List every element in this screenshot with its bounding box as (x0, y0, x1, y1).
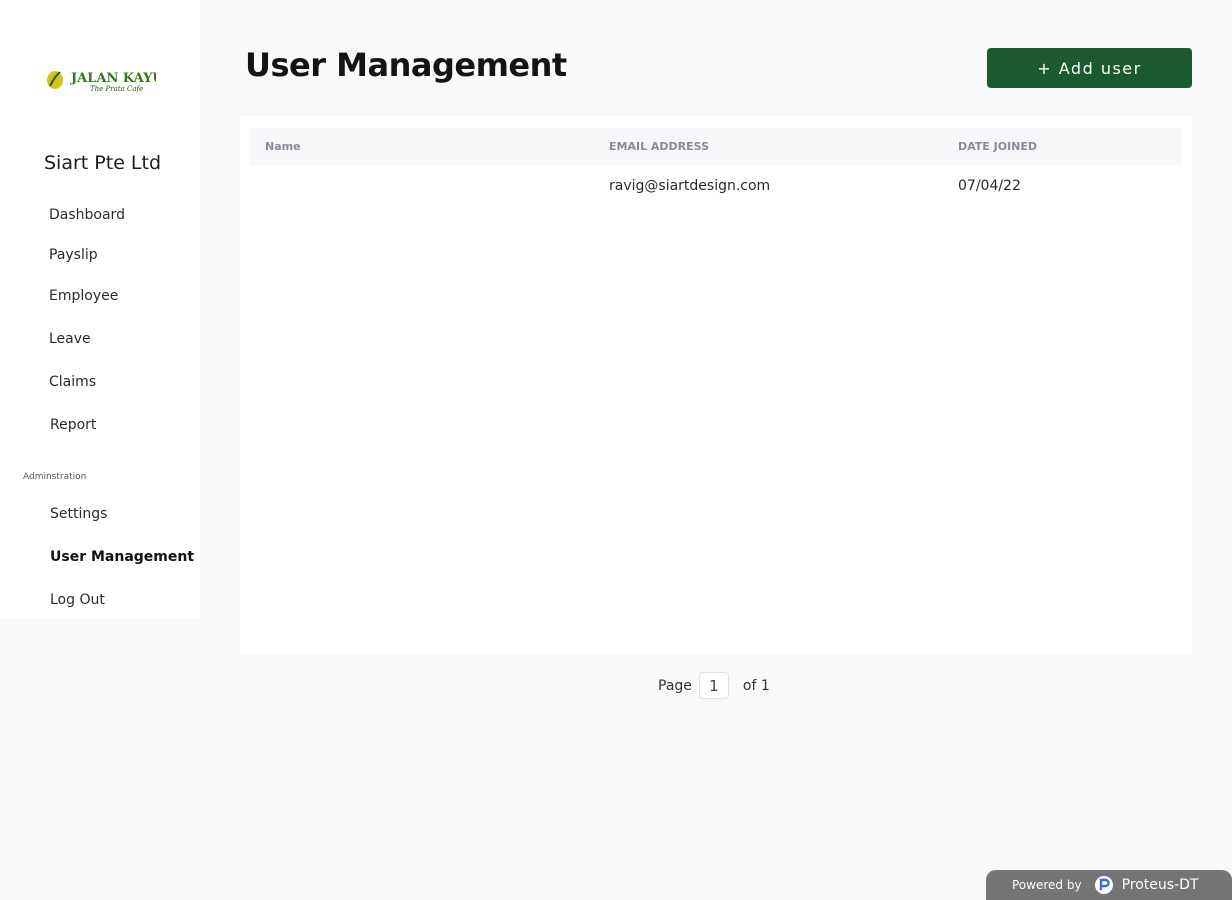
sidebar-item-leave[interactable]: Leave (49, 331, 91, 347)
column-header-date-joined[interactable]: DATE JOINED (958, 140, 1037, 153)
cell-date-joined: 07/04/22 (958, 178, 1021, 194)
company-name: Siart Pte Ltd (44, 152, 162, 174)
sidebar-item-report[interactable]: Report (50, 417, 96, 433)
sidebar-item-logout[interactable]: Log Out (50, 592, 105, 608)
table-header: Name EMAIL ADDRESS DATE JOINED (249, 128, 1182, 165)
sidebar-item-settings[interactable]: Settings (50, 506, 107, 522)
column-header-email[interactable]: EMAIL ADDRESS (609, 140, 709, 153)
cell-email: ravig@siartdesign.com (609, 178, 771, 194)
page-title: User Management (245, 46, 567, 84)
sidebar-item-claims[interactable]: Claims (49, 374, 96, 390)
admin-section-label: Adminstration (23, 472, 87, 482)
column-header-name[interactable]: Name (265, 140, 301, 153)
page-total-label: of 1 (742, 677, 770, 694)
proteus-logo-icon (1094, 876, 1113, 894)
svg-text:The Prata Cafe: The Prata Cafe (90, 85, 143, 93)
table-row[interactable]: ravig@siartdesign.com 07/04/22 (249, 174, 1182, 202)
pagination: Page of 1 (658, 672, 770, 699)
users-table: Name EMAIL ADDRESS DATE JOINED ravig@sia… (240, 116, 1192, 654)
sidebar-item-payslip[interactable]: Payslip (49, 247, 98, 263)
sidebar-item-dashboard[interactable]: Dashboard (49, 207, 125, 223)
page-number-input[interactable] (698, 672, 729, 699)
sidebar-item-user-management[interactable]: User Management (50, 549, 194, 565)
powered-by-label: Powered by (1012, 878, 1082, 892)
proteus-brand: Proteus-DT (1121, 877, 1199, 893)
powered-by-badge[interactable]: Powered by Proteus-DT (986, 870, 1232, 900)
jalan-kayu-logo-icon: JALAN KAYU The Prata Cafe (47, 71, 164, 93)
sidebar-item-employee[interactable]: Employee (49, 288, 118, 304)
page-label: Page (658, 677, 692, 694)
svg-text:JALAN KAYU: JALAN KAYU (70, 71, 156, 86)
add-user-button[interactable]: + Add user (987, 48, 1192, 88)
sidebar: JALAN KAYU The Prata Cafe Siart Pte Ltd … (0, 0, 200, 618)
company-logo[interactable]: JALAN KAYU The Prata Cafe (46, 66, 164, 94)
